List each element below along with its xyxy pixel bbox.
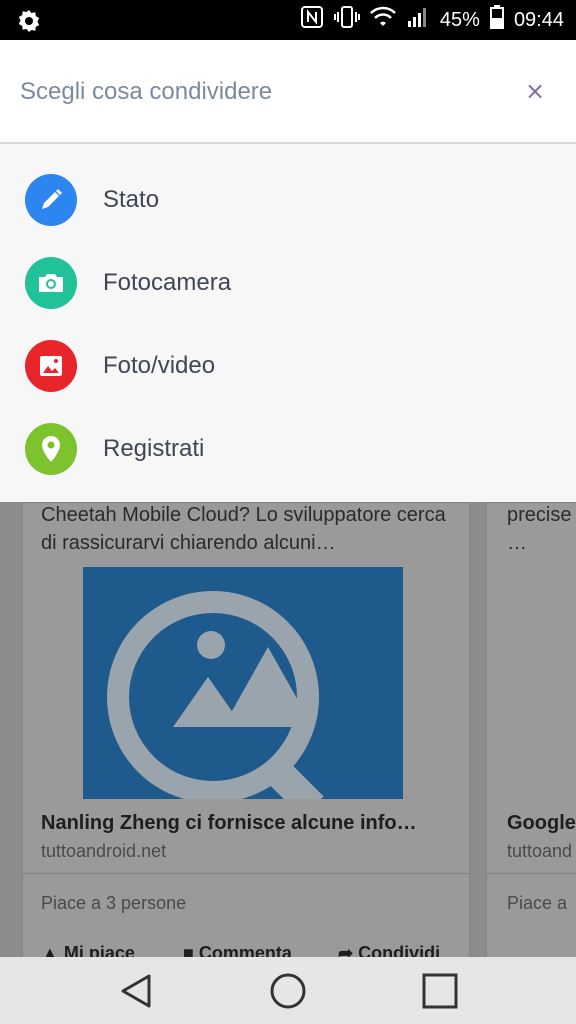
option-registrati[interactable]: Registrati [0, 423, 576, 505]
article-headline[interactable]: Google [507, 809, 576, 837]
likes-count: Piace a 3 persone [41, 893, 187, 913]
share-options-menu: Stato Fotocamera Foto/video Registrati [0, 144, 576, 502]
back-icon[interactable] [116, 971, 156, 1011]
option-label: Fotocamera [103, 269, 232, 296]
divider [23, 873, 469, 874]
camera-icon [25, 257, 77, 309]
article-source: tuttoand [507, 841, 573, 861]
settings-cog-icon [16, 8, 42, 40]
location-pin-icon [25, 423, 77, 475]
comment-button[interactable]: ■ Commenta [183, 939, 292, 957]
option-label: Stato [103, 186, 160, 213]
feed-card[interactable]: Cheetah Mobile Cloud? Lo sviluppatore ce… [22, 502, 470, 957]
sheet-title: Scegli cosa condividere [20, 78, 273, 105]
likes-count: Piace a [507, 893, 568, 913]
signal-icon [406, 5, 430, 35]
clock: 09:44 [513, 8, 564, 31]
feed-background: Cheetah Mobile Cloud? Lo sviluppatore ce… [0, 502, 576, 957]
photo-icon [25, 340, 77, 392]
close-button[interactable]: × [520, 76, 550, 106]
recents-icon[interactable] [420, 971, 460, 1011]
battery-icon [489, 5, 504, 35]
share-sheet-header: Scegli cosa condividere × [0, 40, 576, 144]
status-bar: 45% 09:44 [0, 0, 576, 40]
home-icon[interactable] [268, 971, 308, 1011]
vibrate-icon [333, 5, 360, 35]
like-label: Mi piace [63, 943, 135, 957]
share-label: Condividi [358, 943, 441, 957]
card-excerpt: Cheetah Mobile Cloud? Lo sviluppatore ce… [41, 504, 446, 554]
option-label: Foto/video [103, 352, 216, 379]
option-stato[interactable]: Stato [0, 174, 576, 256]
navigation-bar [0, 957, 576, 1024]
option-fotocamera[interactable]: Fotocamera [0, 257, 576, 339]
battery-percent: 45% [439, 8, 480, 31]
article-source: tuttoandroid.net [41, 841, 167, 861]
feed-card[interactable]: precise … Google tuttoand Piace a [486, 502, 576, 957]
article-headline[interactable]: Nanling Zheng ci fornisce alcune info… [41, 809, 461, 837]
option-foto-video[interactable]: Foto/video [0, 340, 576, 422]
nfc-icon [300, 5, 324, 35]
comment-label: Commenta [198, 943, 292, 957]
pencil-icon [25, 174, 77, 226]
share-button[interactable]: ➦ Condividi [338, 939, 440, 957]
article-thumbnail [83, 567, 403, 799]
divider [487, 873, 576, 874]
wifi-icon [370, 6, 396, 34]
like-button[interactable]: ▲ Mi piace [41, 939, 135, 957]
card-excerpt: precise … [507, 504, 572, 554]
option-label: Registrati [103, 435, 205, 462]
